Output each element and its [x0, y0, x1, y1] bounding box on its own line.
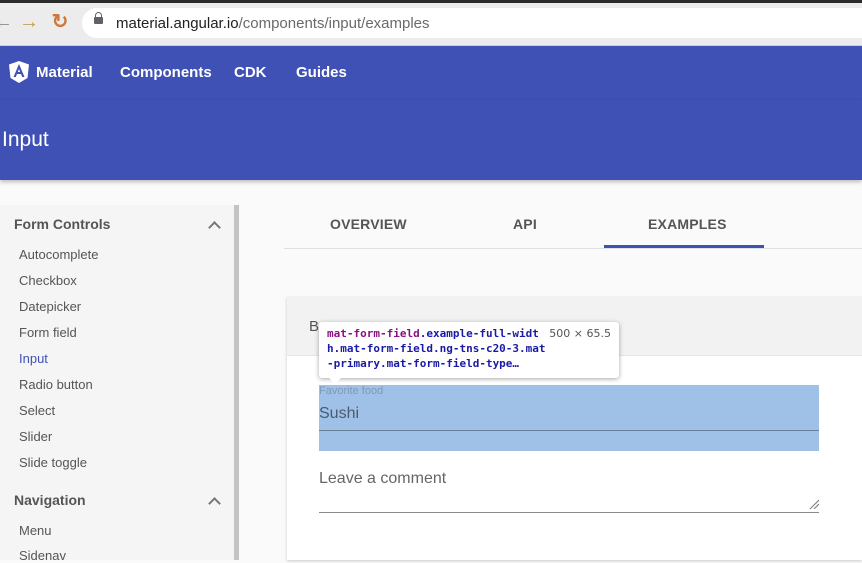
sidebar-item-select[interactable]: Select	[19, 403, 55, 418]
page-title: Input	[2, 128, 49, 151]
favorite-food-underline	[319, 430, 819, 431]
sidebar-item-datepicker[interactable]: Datepicker	[19, 299, 81, 314]
chevron-up-icon[interactable]	[208, 497, 221, 510]
sidebar-item-sidenav[interactable]: Sidenav	[19, 548, 66, 563]
sidebar-item-slide-toggle[interactable]: Slide toggle	[19, 455, 87, 470]
chevron-up-icon[interactable]	[208, 221, 221, 234]
favorite-food-label: Favorite food	[319, 385, 384, 397]
page-header: Input	[0, 100, 862, 180]
example-title: B	[309, 318, 320, 335]
sidebar-group-form-controls[interactable]: Form Controls	[14, 216, 110, 232]
sidebar-item-input[interactable]: Input	[19, 351, 48, 366]
tab-bar: OVERVIEW API EXAMPLES	[284, 205, 862, 249]
url-path: /components/input/examples	[238, 15, 430, 32]
angular-logo-icon[interactable]	[9, 61, 29, 83]
app-toolbar: Material Components CDK Guides	[0, 46, 862, 100]
nav-cdk[interactable]: CDK	[234, 64, 267, 81]
inspector-highlight-overlay	[319, 385, 819, 451]
comment-textarea[interactable]: Leave a comment	[319, 470, 446, 488]
brand-link[interactable]: Material	[36, 64, 93, 81]
inspector-dimensions: 500 × 65.5	[549, 327, 611, 340]
inspector-tag: mat-form-field	[327, 327, 420, 340]
sidebar-item-slider[interactable]: Slider	[19, 429, 52, 444]
resize-handle-icon[interactable]	[809, 499, 819, 509]
url-text[interactable]: material.angular.io/components/input/exa…	[116, 15, 430, 32]
sidebar: Form Controls Autocomplete Checkbox Date…	[0, 205, 234, 563]
forward-icon[interactable]: →	[18, 11, 40, 33]
lock-icon	[94, 12, 103, 24]
sidebar-item-form-field[interactable]: Form field	[19, 325, 77, 340]
comment-underline	[319, 512, 819, 513]
browser-toolbar: ← → ↻ material.angular.io/components/inp…	[0, 0, 862, 46]
window-top-edge	[0, 0, 862, 3]
nav-guides[interactable]: Guides	[296, 64, 347, 81]
reload-icon[interactable]: ↻	[49, 11, 71, 33]
sidebar-item-autocomplete[interactable]: Autocomplete	[19, 247, 99, 262]
url-host: material.angular.io	[116, 15, 239, 32]
back-icon[interactable]: ←	[0, 11, 14, 33]
sidebar-item-checkbox[interactable]: Checkbox	[19, 273, 77, 288]
inspector-tooltip: mat-form-field.example-full-width.mat-fo…	[319, 322, 619, 378]
tab-overview[interactable]: OVERVIEW	[330, 216, 407, 232]
sidebar-item-menu[interactable]: Menu	[19, 523, 52, 538]
address-bar[interactable]: material.angular.io/components/input/exa…	[82, 8, 862, 38]
sidebar-item-radio-button[interactable]: Radio button	[19, 377, 93, 392]
favorite-food-input[interactable]: Sushi	[319, 405, 359, 423]
nav-components[interactable]: Components	[120, 64, 212, 81]
tooltip-arrow	[328, 377, 342, 384]
tab-api[interactable]: API	[513, 216, 537, 232]
active-tab-indicator	[604, 245, 764, 248]
sidebar-group-navigation[interactable]: Navigation	[14, 492, 86, 508]
tab-examples[interactable]: EXAMPLES	[648, 216, 727, 232]
inspector-selector: mat-form-field.example-full-width.mat-fo…	[327, 326, 549, 371]
sidebar-scrollbar[interactable]	[234, 205, 239, 560]
